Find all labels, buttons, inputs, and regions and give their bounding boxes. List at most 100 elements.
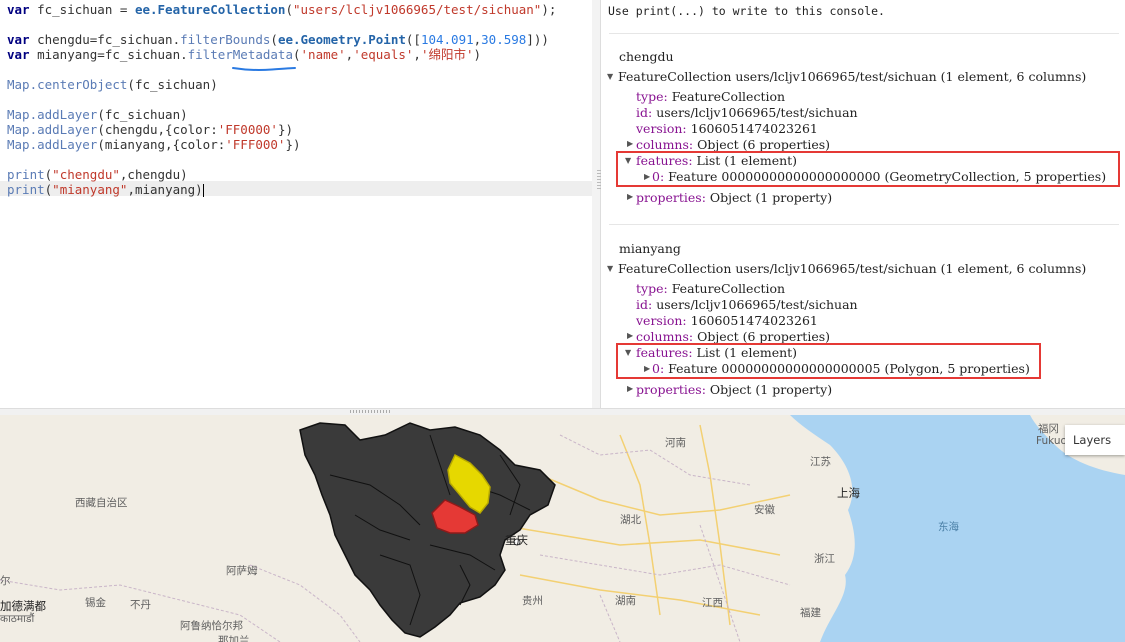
string-literal: "users/lcljv1066965/test/sichuan" bbox=[292, 2, 542, 17]
label-guizhou: 贵州 bbox=[522, 595, 543, 607]
code-line-1[interactable]: var fc_sichuan = ee.FeatureCollection("u… bbox=[7, 2, 556, 17]
method-name: print bbox=[7, 182, 45, 197]
number-literal: 104.091 bbox=[420, 32, 474, 47]
property-value: users/lcljv1066965/test/sichuan bbox=[656, 297, 858, 312]
keyword-var: var bbox=[7, 47, 30, 62]
collapsed-triangle-icon[interactable]: ▶ bbox=[627, 384, 633, 393]
collapsed-triangle-icon[interactable]: ▶ bbox=[627, 331, 633, 340]
sichuan-region[interactable] bbox=[299, 422, 556, 638]
code-text: , bbox=[413, 47, 421, 62]
property-key: properties: bbox=[636, 382, 706, 397]
method-name: filterMetadata bbox=[187, 47, 293, 62]
properties-row[interactable]: properties: Object (1 property) bbox=[636, 190, 832, 205]
property-key: version: bbox=[636, 313, 687, 328]
class-name: ee.Geometry.Point bbox=[277, 32, 406, 47]
label-xikkim: 锡金 bbox=[85, 597, 106, 609]
property-key: properties: bbox=[636, 190, 706, 205]
method-name: Map.addLayer bbox=[7, 107, 98, 122]
label-jiangxi: 江西 bbox=[702, 597, 723, 609]
code-text: }) bbox=[277, 122, 294, 137]
property-key: id: bbox=[636, 297, 653, 312]
highlight-box bbox=[616, 151, 1120, 187]
method-name: Map.addLayer bbox=[7, 122, 98, 137]
code-text: fc_sichuan = bbox=[29, 2, 135, 17]
string-literal: 'equals' bbox=[353, 47, 414, 62]
editor-scrollbar[interactable] bbox=[592, 0, 600, 408]
code-text: }) bbox=[285, 137, 301, 152]
code-line-12[interactable]: print("chengdu",chengdu) bbox=[7, 167, 188, 182]
label-kathmandu-local: काठमाडौं bbox=[0, 613, 35, 625]
underline-annotation bbox=[232, 67, 296, 71]
code-text: ) bbox=[473, 47, 482, 62]
property-value: FeatureCollection bbox=[671, 89, 786, 104]
code-text: ])) bbox=[526, 32, 549, 47]
label-hubei: 湖北 bbox=[620, 514, 641, 526]
method-name: filterBounds bbox=[180, 32, 271, 47]
code-text: ([ bbox=[405, 32, 421, 47]
highlight-box bbox=[616, 343, 1041, 379]
version-row: version: 1606051474023261 bbox=[636, 121, 818, 136]
method-name: Map.centerObject bbox=[7, 77, 128, 92]
code-text: mianyang=fc_sichuan. bbox=[29, 47, 188, 62]
property-key: type: bbox=[636, 89, 668, 104]
id-row: id: users/lcljv1066965/test/sichuan bbox=[636, 297, 858, 312]
label-shanghai: 上海 bbox=[837, 486, 860, 500]
code-text: (fc_sichuan) bbox=[127, 77, 218, 92]
code-line-13[interactable]: print("mianyang",mianyang) bbox=[7, 182, 204, 197]
splitter-grip-icon[interactable] bbox=[350, 410, 390, 413]
code-text: ( bbox=[285, 2, 293, 17]
collapsed-triangle-icon[interactable]: ▶ bbox=[627, 139, 633, 148]
code-text: chengdu=fc_sichuan. bbox=[29, 32, 181, 47]
console-hint: Use print(...) to write to this console. bbox=[608, 4, 885, 18]
columns-row[interactable]: columns: Object (6 properties) bbox=[636, 137, 830, 152]
code-text: (mianyang,{color: bbox=[97, 137, 226, 152]
console-panel: Use print(...) to write to this console.… bbox=[601, 0, 1125, 408]
id-row: id: users/lcljv1066965/test/sichuan bbox=[636, 105, 858, 120]
label-assam: 阿萨姆 bbox=[226, 565, 258, 577]
code-line-10[interactable]: Map.addLayer(mianyang,{color:'FFF000'}) bbox=[7, 137, 301, 152]
property-value: Object (1 property) bbox=[709, 382, 833, 397]
string-literal: 'FFF000' bbox=[225, 137, 286, 152]
featurecollection-header[interactable]: FeatureCollection users/lcljv1066965/tes… bbox=[618, 69, 1086, 84]
code-line-6[interactable]: Map.centerObject(fc_sichuan) bbox=[7, 77, 218, 92]
label-donghai: 东海 bbox=[938, 521, 959, 533]
label-anhui: 安徽 bbox=[754, 504, 775, 516]
code-editor[interactable]: var fc_sichuan = ee.FeatureCollection("u… bbox=[0, 0, 592, 408]
print-title-mianyang: mianyang bbox=[619, 241, 681, 256]
property-key: id: bbox=[636, 105, 653, 120]
method-name: Map.addLayer bbox=[7, 137, 98, 152]
print-title-chengdu: chengdu bbox=[619, 49, 674, 64]
code-line-4[interactable]: var mianyang=fc_sichuan.filterMetadata( '… bbox=[7, 47, 481, 62]
collapsed-triangle-icon[interactable]: ▶ bbox=[627, 192, 633, 201]
string-literal: "chengdu" bbox=[52, 167, 120, 182]
expanded-triangle-icon[interactable]: ▼ bbox=[607, 72, 613, 81]
code-text: (chengdu,{color: bbox=[97, 122, 218, 137]
map-view[interactable]: 河南 江苏 上海 安徽 湖北 浙江 东海 重庆 贵州 湖南 江西 福建 西藏自治… bbox=[0, 415, 1125, 642]
method-name: print bbox=[7, 167, 45, 182]
code-line-9[interactable]: Map.addLayer(chengdu,{color:'FF0000'}) bbox=[7, 122, 293, 137]
label-zhejiang: 浙江 bbox=[814, 553, 835, 565]
code-line-8[interactable]: Map.addLayer(fc_sichuan) bbox=[7, 107, 188, 122]
property-value: FeatureCollection bbox=[671, 281, 786, 296]
property-value: users/lcljv1066965/test/sichuan bbox=[656, 105, 858, 120]
code-line-3[interactable]: var chengdu=fc_sichuan.filterBounds(ee.G… bbox=[7, 32, 549, 47]
code-text: ); bbox=[541, 2, 557, 17]
properties-row[interactable]: properties: Object (1 property) bbox=[636, 382, 832, 397]
expanded-triangle-icon[interactable]: ▼ bbox=[607, 264, 613, 273]
label-fukuoka: 福冈 bbox=[1038, 423, 1059, 435]
code-text: ( bbox=[292, 47, 301, 62]
layers-button[interactable]: Layers bbox=[1065, 425, 1125, 455]
property-value: 1606051474023261 bbox=[690, 121, 818, 136]
type-row: type: FeatureCollection bbox=[636, 89, 785, 104]
property-value: Object (6 properties) bbox=[697, 329, 831, 344]
code-text: (fc_sichuan) bbox=[97, 107, 188, 122]
featurecollection-header[interactable]: FeatureCollection users/lcljv1066965/tes… bbox=[618, 261, 1086, 276]
number-literal: 30.598 bbox=[481, 32, 527, 47]
version-row: version: 1606051474023261 bbox=[636, 313, 818, 328]
label-xizang: 西藏自治区 bbox=[75, 497, 128, 509]
label-jiangsu: 江苏 bbox=[810, 456, 831, 468]
property-key: columns: bbox=[636, 329, 694, 344]
columns-row[interactable]: columns: Object (6 properties) bbox=[636, 329, 830, 344]
string-literal: '绵阳市' bbox=[420, 47, 474, 62]
console-separator bbox=[609, 33, 1119, 34]
